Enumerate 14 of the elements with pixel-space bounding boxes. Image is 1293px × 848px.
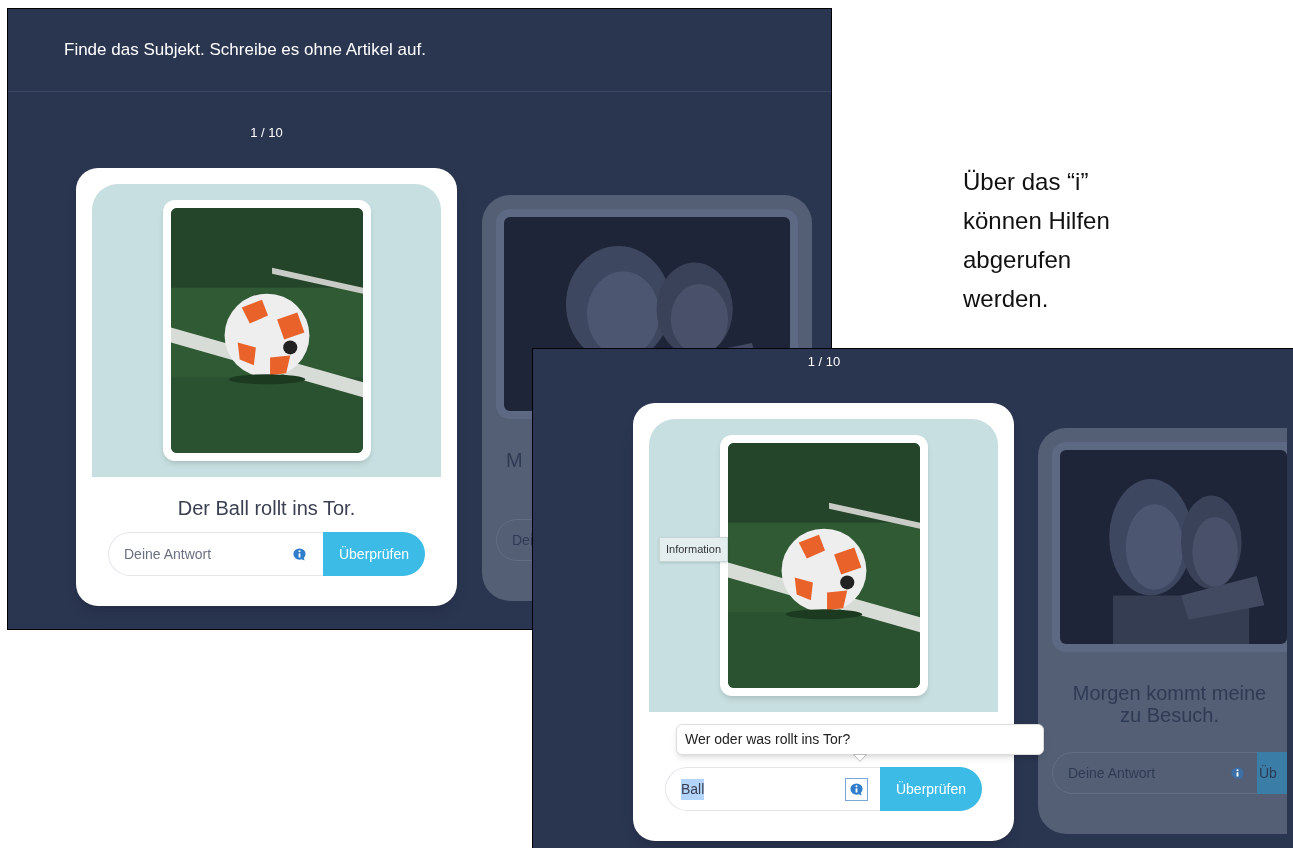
info-icon[interactable] (1230, 765, 1245, 781)
check-button[interactable]: Überprüfen (880, 767, 982, 811)
check-button[interactable]: Üb (1257, 752, 1287, 794)
check-button[interactable]: Überprüfen (323, 532, 425, 576)
bubble-pointer (853, 754, 867, 762)
progress-counter: 1 / 10 (807, 354, 841, 369)
info-icon[interactable] (292, 546, 307, 562)
sentence: Der Ball rollt ins Tor. (176, 496, 357, 520)
progress-counter: 1 / 10 (250, 125, 283, 140)
tooltip: Information (659, 537, 729, 562)
note: Über das “i” können Hilfen abgerufen werden. (963, 167, 1111, 314)
hint-bubble: Wer oder was rollt ins Tor? (676, 724, 1044, 755)
info-icon[interactable] (849, 781, 864, 797)
instruction: Finde das Subjekt. Schreibe es ohne Artikel auf. (64, 39, 426, 62)
